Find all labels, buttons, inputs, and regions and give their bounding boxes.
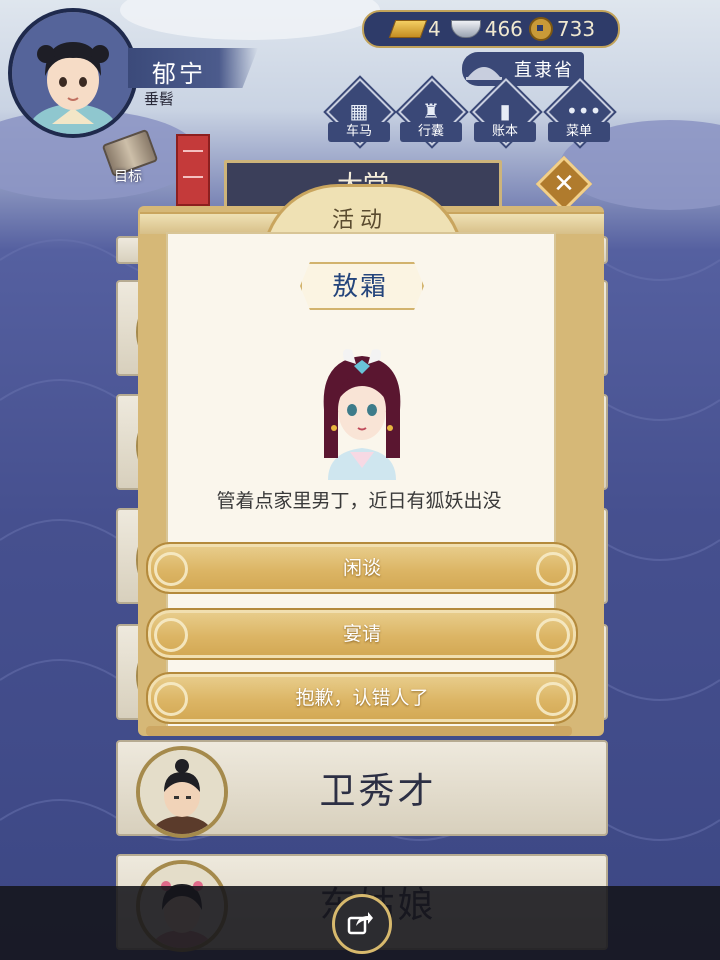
option-banquet-label: 宴请	[342, 623, 381, 645]
option-apologize-button[interactable]: 抱歉，认错人了	[146, 672, 578, 724]
menu-carriage-label: 车马	[328, 122, 390, 142]
goal-label: 目标	[114, 169, 142, 185]
dialog-title: 活动	[331, 208, 388, 233]
silver-ingot-icon	[450, 20, 481, 38]
npc-name: 敖霜	[331, 272, 388, 302]
player-portrait-icon	[12, 12, 134, 134]
location-name: 直隶省	[514, 60, 574, 81]
menu-bag-label: 行囊	[400, 122, 462, 142]
gold-bar-icon	[388, 20, 428, 38]
npc-dialog-text: 管着点家里男丁，近日有狐妖出没	[216, 490, 502, 512]
menu-bag-button[interactable]: ♜ 行囊	[398, 78, 466, 150]
option-chat-label: 闲谈	[342, 557, 381, 579]
bag-icon: ♜	[422, 99, 440, 123]
red-seal-decoration	[176, 134, 210, 206]
npc-name: 卫秀才	[319, 771, 437, 812]
player-rank-title: 垂髫	[144, 90, 175, 108]
menu-carriage-button[interactable]: ▦ 车马	[326, 78, 394, 150]
sedan-hat-icon	[466, 67, 502, 80]
player-name: 郁宁	[152, 60, 206, 88]
npc-portrait-icon	[323, 349, 401, 480]
option-banquet-button[interactable]: 宴请	[146, 608, 578, 660]
silver-count: 466	[484, 17, 523, 41]
gold-count: 4	[428, 17, 441, 41]
location-button[interactable]: 直隶省	[462, 52, 584, 86]
close-icon: ✕	[553, 169, 575, 199]
list-item-wei[interactable]: 卫秀才	[116, 740, 608, 838]
menu-more-button[interactable]: ••• 菜单	[546, 78, 614, 150]
share-icon	[347, 912, 373, 935]
option-apologize-label: 抱歉，认错人了	[295, 687, 429, 709]
dialog-bottom-rail	[146, 726, 572, 736]
carriage-icon: ▦	[349, 99, 369, 123]
copper-coin-icon	[528, 17, 553, 41]
goal-button[interactable]: 目标	[96, 128, 160, 192]
share-button[interactable]	[332, 894, 392, 954]
ledger-icon: ▮	[499, 99, 511, 123]
menu-ledger-label: 账本	[474, 122, 536, 142]
menu-ledger-button[interactable]: ▮ 账本	[472, 78, 540, 150]
more-icon: •••	[566, 99, 602, 123]
npc-avatar	[136, 746, 228, 838]
currency-bar: 4 466 733	[362, 10, 620, 48]
player-avatar[interactable]	[8, 8, 138, 138]
menu-more-label: 菜单	[548, 122, 610, 142]
option-chat-button[interactable]: 闲谈	[146, 542, 578, 594]
coin-count: 733	[556, 17, 596, 41]
